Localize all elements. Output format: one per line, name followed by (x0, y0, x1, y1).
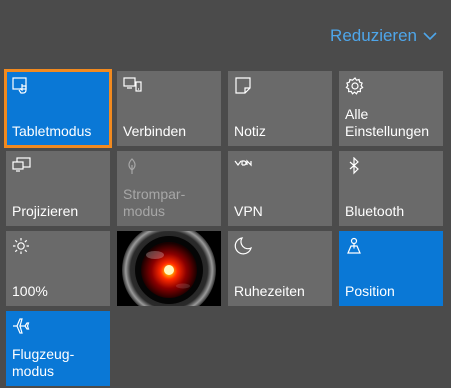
collapse-label: Reduzieren (330, 26, 417, 45)
tablet-mode-icon (12, 77, 32, 95)
tile-brightness[interactable]: 100% (6, 231, 110, 306)
tile-battery-saver: Strompar- modus (117, 151, 221, 226)
tile-label: Flugzeug- modus (12, 346, 75, 379)
brightness-icon (12, 237, 32, 255)
tile-label: 100% (12, 283, 48, 299)
tile-all-settings[interactable]: Alle Einstellungen (339, 71, 443, 146)
action-center-panel: Reduzieren Tabletmodus Verbinden Notiz A… (0, 0, 451, 388)
tile-label: Ruhezeiten (234, 283, 305, 299)
battery-saver-icon (123, 157, 143, 175)
note-icon (234, 77, 254, 95)
tile-location[interactable]: Position (339, 231, 443, 306)
tile-label: Verbinden (123, 123, 187, 139)
tile-project[interactable]: Projizieren (6, 151, 110, 226)
tile-label: Position (345, 283, 395, 299)
tile-airplane-mode[interactable]: Flugzeug- modus (6, 311, 110, 386)
tile-connect[interactable]: Verbinden (117, 71, 221, 146)
tile-bluetooth[interactable]: Bluetooth (339, 151, 443, 226)
hal-eye-graphic (117, 231, 221, 306)
collapse-button[interactable]: Reduzieren (330, 26, 437, 46)
tile-quiet-hours[interactable]: Ruhezeiten (228, 231, 332, 306)
chevron-down-icon (423, 32, 437, 41)
bluetooth-icon (345, 157, 365, 175)
location-icon (345, 237, 365, 255)
tile-note[interactable]: Notiz (228, 71, 332, 146)
tile-tablet-mode[interactable]: Tabletmodus (4, 69, 112, 148)
project-icon (12, 157, 32, 175)
tile-label: Tabletmodus (12, 123, 92, 139)
tile-label: Strompar- modus (123, 186, 186, 219)
airplane-icon (12, 317, 32, 335)
hal-eye-image (117, 231, 221, 306)
tile-vpn[interactable]: VPN (228, 151, 332, 226)
tile-label: Bluetooth (345, 203, 405, 219)
moon-icon (234, 237, 254, 255)
tile-label: Projizieren (12, 203, 79, 219)
tile-label: Alle Einstellungen (345, 106, 430, 139)
vpn-icon (234, 157, 254, 175)
gear-icon (345, 77, 365, 95)
connect-icon (123, 77, 143, 95)
tile-label: VPN (234, 203, 263, 219)
tile-label: Notiz (234, 123, 266, 139)
